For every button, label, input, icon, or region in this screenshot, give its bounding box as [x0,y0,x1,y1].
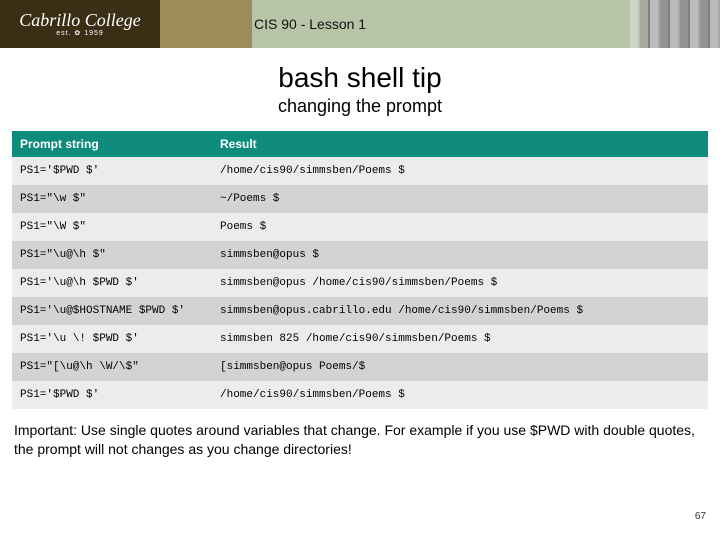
result-cell: /home/cis90/simmsben/Poems $ [212,381,708,409]
page-subtitle: changing the prompt [0,96,720,117]
table-row: PS1='\u@\h $PWD $' simmsben@opus /home/c… [12,269,708,297]
page-title: bash shell tip [0,62,720,94]
important-note: Important: Use single quotes around vari… [0,409,720,459]
table-row: PS1="\w $" ~/Poems $ [12,185,708,213]
course-title: CIS 90 - Lesson 1 [240,14,380,34]
prompt-string-cell: PS1='$PWD $' [12,157,212,185]
result-cell: simmsben 825 /home/cis90/simmsben/Poems … [212,325,708,353]
prompt-string-cell: PS1="\u@\h $" [12,241,212,269]
page-number: 67 [695,511,706,522]
prompt-string-cell: PS1='\u@$HOSTNAME $PWD $' [12,297,212,325]
result-cell: Poems $ [212,213,708,241]
table-header-row: Prompt string Result [12,131,708,157]
prompt-string-cell: PS1="\W $" [12,213,212,241]
college-logo: Cabrillo College est. ✿ 1959 [0,0,160,48]
prompt-string-cell: PS1='\u \! $PWD $' [12,325,212,353]
logo-name: Cabrillo College [19,11,141,29]
prompt-string-cell: PS1="[\u@\h \W/\$" [12,353,212,381]
result-cell: /home/cis90/simmsben/Poems $ [212,157,708,185]
prompt-string-cell: PS1="\w $" [12,185,212,213]
prompt-string-cell: PS1='\u@\h $PWD $' [12,269,212,297]
result-cell: [simmsben@opus Poems/$ [212,353,708,381]
slide-content: bash shell tip changing the prompt Promp… [0,48,720,459]
result-cell: simmsben@opus $ [212,241,708,269]
header-banner: Cabrillo College est. ✿ 1959 CIS 90 - Le… [0,0,720,48]
col-header-result: Result [212,131,708,157]
table-row: PS1='$PWD $' /home/cis90/simmsben/Poems … [12,381,708,409]
table-row: PS1='$PWD $' /home/cis90/simmsben/Poems … [12,157,708,185]
table-row: PS1='\u \! $PWD $' simmsben 825 /home/ci… [12,325,708,353]
result-cell: simmsben@opus.cabrillo.edu /home/cis90/s… [212,297,708,325]
prompt-string-cell: PS1='$PWD $' [12,381,212,409]
col-header-prompt: Prompt string [12,131,212,157]
result-cell: ~/Poems $ [212,185,708,213]
table-row: PS1='\u@$HOSTNAME $PWD $' simmsben@opus.… [12,297,708,325]
table-row: PS1="[\u@\h \W/\$" [simmsben@opus Poems/… [12,353,708,381]
banner-pillars-image [630,0,720,48]
table-row: PS1="\W $" Poems $ [12,213,708,241]
logo-est: est. ✿ 1959 [56,29,104,37]
table-row: PS1="\u@\h $" simmsben@opus $ [12,241,708,269]
prompt-examples-table: Prompt string Result PS1='$PWD $' /home/… [12,131,708,409]
result-cell: simmsben@opus /home/cis90/simmsben/Poems… [212,269,708,297]
